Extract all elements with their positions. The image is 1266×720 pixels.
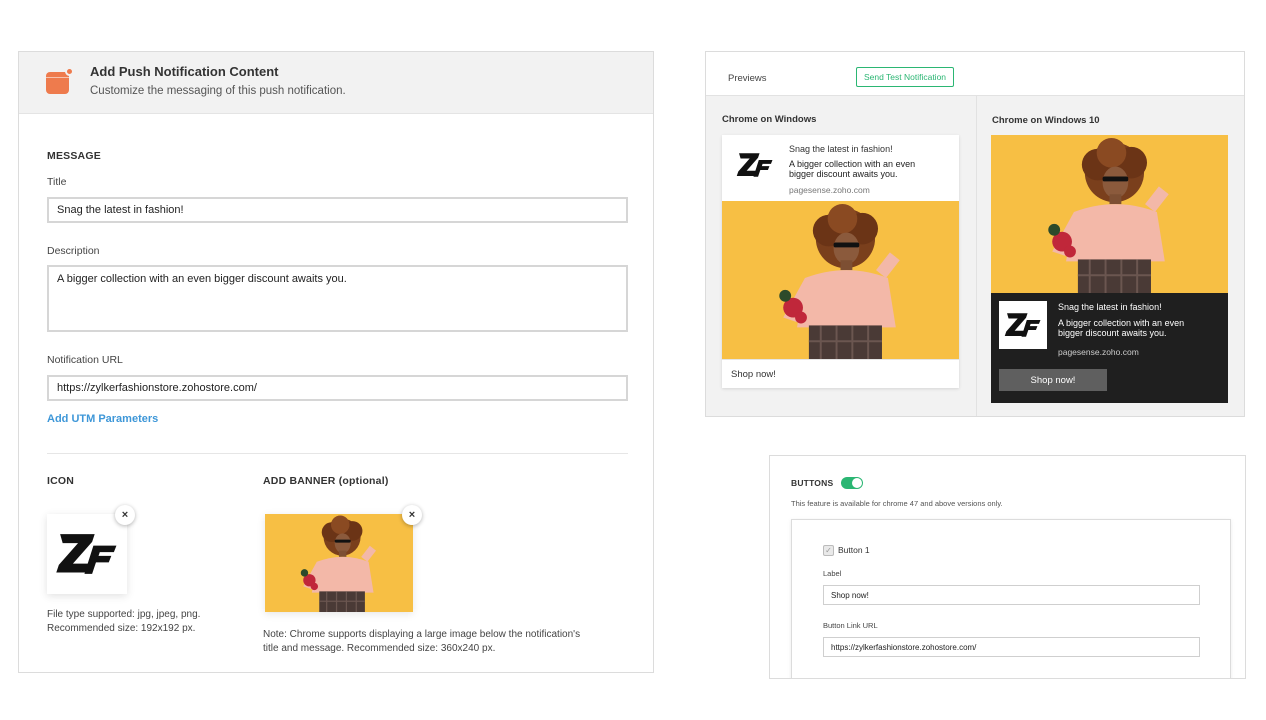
panel-title: Add Push Notification Content [90,64,279,79]
icon-note: File type supported: jpg, jpeg, png. Rec… [47,609,201,634]
label-field-label: Label [823,569,842,578]
link-field-label: Button Link URL [823,621,878,630]
icon-preview[interactable] [47,514,127,594]
panel-header: Add Push Notification Content Customize … [19,52,653,114]
banner-preview[interactable] [265,514,413,612]
remove-icon-button[interactable]: × [115,505,135,525]
notification-body: A bigger collection with an even bigger … [789,159,916,179]
description-input[interactable]: A bigger collection with an even bigger … [47,265,628,332]
check-icon: ✓ [825,546,832,555]
buttons-panel: BUTTONS This feature is available for ch… [769,455,1246,679]
push-content-panel: Add Push Notification Content Customize … [18,51,654,673]
button-1-label: Button 1 [838,545,870,555]
previews-tab[interactable]: Previews [728,73,767,84]
button-config-card: ✓ Button 1 Label Shop now! Button Link U… [791,519,1231,678]
close-icon: × [121,509,129,521]
close-icon: × [408,509,416,521]
notification-body: A bigger collection with an even bigger … [1058,318,1185,338]
shop-now-action[interactable]: Shop now! [731,369,776,380]
url-input[interactable]: https://zylkerfashionstore.zohostore.com… [47,375,628,401]
notification-icon [46,67,74,94]
chrome-windows-10-label: Chrome on Windows 10 [992,115,1100,126]
brand-logo-icon [1004,311,1042,339]
url-label: Notification URL [47,354,123,366]
notification-banner-image [991,135,1228,293]
shop-now-button[interactable]: Shop now! [999,369,1107,391]
buttons-toggle[interactable] [841,477,863,489]
title-input[interactable]: Snag the latest in fashion! [47,197,628,223]
column-separator [976,96,977,416]
button-label-input[interactable]: Shop now! [823,585,1200,605]
section-divider [47,453,628,454]
banner-note: Note: Chrome supports displaying a large… [263,629,581,654]
button-link-url-input[interactable]: https://zylkerfashionstore.zohostore.com… [823,637,1200,657]
buttons-section-label: BUTTONS [791,478,834,488]
brand-logo-box [999,301,1047,349]
brand-logo-icon [736,151,774,181]
panel-subtitle: Customize the messaging of this push not… [90,85,346,97]
notification-site: pagesense.zoho.com [789,185,870,195]
banner-section-label: ADD BANNER (optional) [263,475,389,487]
icon-section-label: ICON [47,475,75,487]
buttons-info-text: This feature is available for chrome 47 … [791,499,1003,508]
message-section-label: MESSAGE [47,150,101,162]
notification-title: Snag the latest in fashion! [1058,302,1162,312]
chrome-windows-preview-card: Snag the latest in fashion! A bigger col… [722,135,959,388]
notification-site: pagesense.zoho.com [1058,347,1139,357]
previews-toolbar: Previews Send Test Notification [706,52,1244,96]
notification-banner-image [722,201,959,359]
brand-logo-icon [55,531,119,577]
add-utm-link[interactable]: Add UTM Parameters [47,413,158,425]
notification-title: Snag the latest in fashion! [789,144,893,154]
chrome-windows-label: Chrome on Windows [722,114,817,125]
chrome-windows-10-preview-card: Snag the latest in fashion! A bigger col… [991,135,1228,403]
button-1-checkbox[interactable]: ✓ [823,545,834,556]
description-label: Description [47,245,100,257]
banner-image [265,514,413,612]
title-label: Title [47,176,67,188]
remove-banner-button[interactable]: × [402,505,422,525]
previews-panel: Previews Send Test Notification Chrome o… [705,51,1245,417]
send-test-notification-button[interactable]: Send Test Notification [856,67,954,87]
